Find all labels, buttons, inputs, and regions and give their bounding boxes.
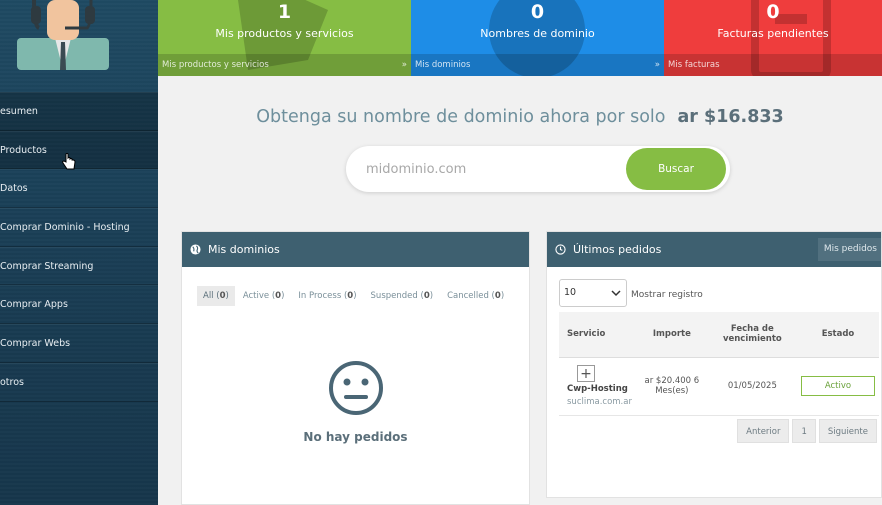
service-domain: suclima.com.ar [567, 397, 632, 407]
invoices-count: 0 [766, 1, 780, 23]
orders-table: Servicio Importe Fecha de vencimiento Es… [559, 312, 879, 416]
filter-count: 0 [219, 291, 226, 301]
domain-filters: All (0) Active (0) In Process (0) Suspen… [197, 286, 512, 306]
filter-in-process[interactable]: In Process (0) [292, 286, 362, 306]
page-number-button[interactable]: 1 [792, 419, 816, 443]
sidebar-item-label: otros [0, 376, 24, 388]
table-row[interactable]: + Cwp-Hosting suclima.com.ar ar $20.400 … [559, 357, 879, 416]
amount-cell: ar $20.400 6 Mes(es) [635, 357, 708, 416]
expand-icon[interactable]: + [577, 365, 595, 382]
double-chevron-icon: » [401, 60, 407, 70]
invoices-footer-link[interactable]: Mis facturas [664, 54, 882, 76]
domain-search-input[interactable] [366, 158, 626, 180]
per-page-value: 10 [564, 287, 577, 298]
table-header-row: Servicio Importe Fecha de vencimiento Es… [559, 312, 879, 358]
filter-count: 0 [347, 291, 354, 301]
pagination: Anterior 1 Siguiente [734, 419, 877, 443]
filter-suspended[interactable]: Suspended (0) [365, 286, 440, 306]
sidebar-nav: esumen Productos Datos Comprar Dominio -… [0, 92, 158, 402]
service-cell: + Cwp-Hosting suclima.com.ar [559, 357, 636, 416]
neutral-face-icon [328, 361, 383, 415]
sidebar-item-comprar-dominio[interactable]: Comprar Dominio - Hosting [0, 208, 158, 247]
filter-label: All [203, 291, 214, 301]
orders-panel-header: Últimos pedidos Mis pedidos [547, 232, 881, 267]
empty-message: No hay pedidos [303, 430, 408, 444]
support-agent-icon [17, 0, 109, 70]
invoices-tile[interactable]: 0 Facturas pendientes Mis facturas [664, 0, 882, 76]
filter-label: Active [242, 291, 270, 301]
column-service[interactable]: Servicio [559, 312, 636, 358]
domains-footer-label: Mis dominios [415, 60, 471, 70]
sidebar-item-label: Datos [0, 183, 28, 195]
sidebar-item-label: Comprar Streaming [0, 260, 94, 272]
due-date-cell: 01/05/2025 [707, 357, 797, 416]
sidebar-item-label: Comprar Apps [0, 299, 68, 311]
double-chevron-icon: » [654, 60, 660, 70]
service-name: Cwp-Hosting [567, 384, 628, 394]
filter-cancelled[interactable]: Cancelled (0) [441, 286, 510, 306]
sidebar-item-datos[interactable]: Datos [0, 169, 158, 209]
sidebar-item-comprar-webs[interactable]: Comprar Webs [0, 324, 158, 363]
panel-title: Mis dominios [208, 243, 280, 256]
domain-promo: Obtenga su nombre de dominio ahora por s… [158, 107, 882, 127]
previous-page-button[interactable]: Anterior [737, 419, 790, 443]
domains-panel-header: Mis dominios [182, 232, 529, 267]
orders-panel: Últimos pedidos Mis pedidos 10 Mostrar r… [546, 231, 882, 498]
promo-price: ar $16.833 [677, 107, 784, 127]
clock-icon [555, 244, 566, 255]
per-page-select[interactable]: 10 [559, 279, 627, 307]
sidebar-item-label: esumen [0, 105, 38, 117]
invoices-footer-label: Mis facturas [668, 60, 720, 70]
user-avatar [0, 0, 158, 92]
column-due-date[interactable]: Fecha de vencimiento [707, 312, 797, 358]
panel-title: Últimos pedidos [573, 243, 662, 256]
products-footer-link[interactable]: Mis productos y servicios » [158, 54, 411, 76]
products-tile[interactable]: 1 Mis productos y servicios Mis producto… [158, 0, 411, 76]
search-button[interactable]: Buscar [626, 148, 726, 190]
empty-state: No hay pedidos [182, 360, 529, 444]
domains-count: 0 [530, 1, 545, 23]
show-records-label: Mostrar registro [631, 290, 703, 300]
domain-search: Buscar [346, 146, 730, 192]
filter-count: 0 [275, 291, 282, 301]
sidebar: esumen Productos Datos Comprar Dominio -… [0, 0, 158, 505]
chevron-down-icon [611, 290, 621, 297]
domains-panel: Mis dominios All (0) Active (0) In Proce… [181, 231, 530, 505]
sidebar-item-label: Comprar Dominio - Hosting [0, 221, 130, 233]
sidebar-item-productos[interactable]: Productos [0, 130, 158, 170]
filter-label: In Process [298, 291, 342, 301]
filter-label: Cancelled [447, 291, 489, 301]
hand-cursor-icon [62, 153, 76, 170]
filter-count: 0 [494, 291, 501, 301]
status-badge: Activo [800, 376, 875, 396]
products-count: 1 [277, 1, 292, 23]
filter-label: Suspended [370, 291, 418, 301]
domains-label: Nombres de dominio [480, 27, 595, 40]
column-status[interactable]: Estado [796, 312, 879, 358]
sidebar-item-comprar-apps[interactable]: Comprar Apps [0, 285, 158, 325]
status-cell: Activo [796, 357, 879, 416]
domains-footer-link[interactable]: Mis dominios » [411, 54, 664, 76]
my-orders-button[interactable]: Mis pedidos [817, 238, 881, 261]
next-page-button[interactable]: Siguiente [818, 419, 877, 443]
products-label: Mis productos y servicios [215, 27, 354, 40]
sidebar-item-comprar-streaming[interactable]: Comprar Streaming [0, 246, 158, 286]
filter-count: 0 [423, 291, 430, 301]
sidebar-item-otros[interactable]: otros [0, 362, 158, 402]
invoices-label: Facturas pendientes [717, 27, 829, 40]
filter-all[interactable]: All (0) [197, 286, 235, 306]
filter-active[interactable]: Active (0) [237, 286, 291, 306]
globe-icon [190, 244, 201, 255]
domains-tile[interactable]: 0 Nombres de dominio Mis dominios » [411, 0, 664, 76]
sidebar-item-label: Productos [0, 144, 47, 156]
sidebar-item-label: Comprar Webs [0, 337, 71, 349]
promo-text: Obtenga su nombre de dominio ahora por s… [256, 107, 666, 127]
products-footer-label: Mis productos y servicios [162, 60, 269, 70]
sidebar-item-resumen[interactable]: esumen [0, 92, 158, 131]
column-amount[interactable]: Importe [635, 312, 708, 358]
